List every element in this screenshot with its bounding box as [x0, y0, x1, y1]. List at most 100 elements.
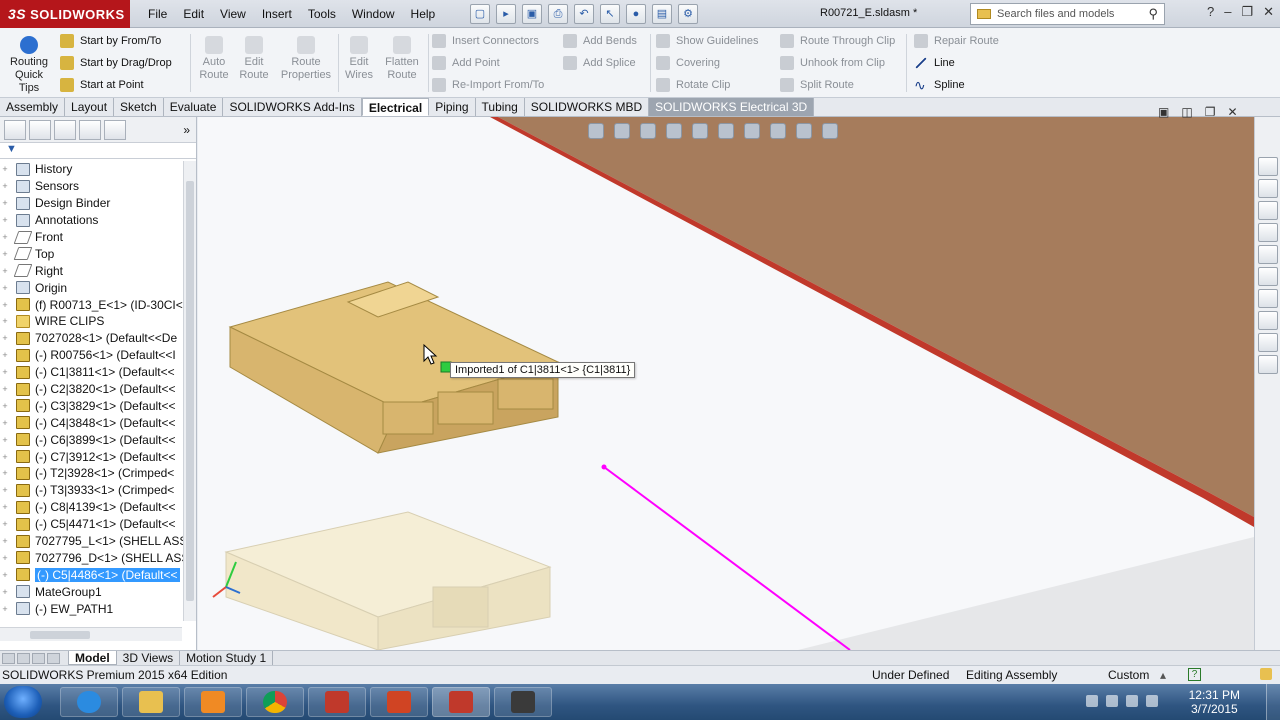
tree-item[interactable]: + (-) C7|3912<1> (Default<< [0, 448, 183, 465]
tree-item[interactable]: + WIRE CLIPS [0, 313, 183, 330]
open-icon[interactable]: ▸ [496, 4, 516, 24]
reimport-from-to-button[interactable]: Re-Import From/To [432, 76, 544, 93]
menu-view[interactable]: View [212, 7, 254, 21]
expand-icon[interactable]: + [0, 249, 10, 259]
tree-item[interactable]: + (-) C2|3820<1> (Default<< [0, 381, 183, 398]
taskbar-file-explorer[interactable] [122, 687, 180, 717]
solidworks-forum-icon[interactable] [1257, 289, 1278, 308]
last-tab-icon[interactable] [47, 652, 60, 664]
resources-icon[interactable] [1257, 157, 1278, 176]
hide-show-items-icon[interactable] [744, 123, 760, 139]
add-point-button[interactable]: Add Point [432, 54, 544, 71]
expand-icon[interactable]: + [0, 485, 10, 495]
tree-vertical-scrollbar[interactable] [183, 161, 196, 621]
tree-item[interactable]: +7027028<1> (Default<<De [0, 330, 183, 347]
expand-icon[interactable]: + [0, 452, 10, 462]
tree-item[interactable]: +7027796_D<1> (SHELL ASS [0, 549, 183, 566]
expand-icon[interactable]: + [0, 384, 10, 394]
expand-icon[interactable]: + [0, 502, 10, 512]
expand-icon[interactable]: + [0, 198, 10, 208]
expand-icon[interactable]: + [0, 283, 10, 293]
expand-icon[interactable]: + [0, 587, 10, 597]
tree-horizontal-scrollbar[interactable] [0, 627, 182, 641]
display-style-icon[interactable] [718, 123, 734, 139]
taskbar-solidworks-2015-a[interactable] [308, 687, 366, 717]
search-box[interactable]: Search files and models ⚲ [970, 3, 1165, 25]
print-icon[interactable]: ⎙ [548, 4, 568, 24]
start-at-point-button[interactable]: Start at Point [60, 76, 172, 93]
add-bends-button[interactable]: Add Bends [563, 32, 637, 49]
tab-piping[interactable]: Piping [429, 98, 476, 116]
options-icon[interactable]: ⚙ [678, 4, 698, 24]
taskbar-media-player[interactable] [184, 687, 242, 717]
tree-item[interactable]: + (-) EW_PATH1 [0, 600, 183, 617]
menu-window[interactable]: Window [344, 7, 403, 21]
menu-insert[interactable]: Insert [254, 7, 300, 21]
expand-icon[interactable]: + [0, 350, 10, 360]
volume-icon[interactable] [1146, 695, 1158, 707]
expand-icon[interactable]: + [0, 604, 10, 614]
select-icon[interactable]: ↖ [600, 4, 620, 24]
expand-icon[interactable]: + [0, 367, 10, 377]
zoom-to-fit-icon[interactable] [588, 123, 604, 139]
tree-item[interactable]: + Sensors [0, 178, 183, 195]
show-desktop-button[interactable] [1266, 684, 1280, 720]
tab-layout[interactable]: Layout [65, 98, 115, 116]
display-manager-tab-icon[interactable] [79, 119, 101, 140]
routing-library-icon[interactable] [1257, 333, 1278, 352]
view-settings-icon[interactable] [822, 123, 838, 139]
prev-tab-icon[interactable] [17, 652, 30, 664]
electrical-library-icon[interactable] [1257, 355, 1278, 374]
tree-item[interactable]: + Design Binder [0, 195, 183, 212]
expand-icon[interactable]: + [0, 468, 10, 478]
tree-item[interactable]: + (-) R00756<1> (Default<<I [0, 347, 183, 364]
close-icon[interactable]: ✕ [1263, 4, 1274, 20]
expand-icon[interactable]: + [0, 333, 10, 343]
tab-tubing[interactable]: Tubing [475, 98, 525, 116]
apply-scene-icon[interactable] [796, 123, 812, 139]
file-explorer-icon[interactable] [1257, 201, 1278, 220]
tab-electrical[interactable]: Electrical [361, 98, 430, 116]
previous-view-icon[interactable] [640, 123, 656, 139]
expand-icon[interactable]: + [0, 266, 10, 276]
tree-item[interactable]: +7027795_L<1> (SHELL ASS [0, 533, 183, 550]
tree-item[interactable]: + History [0, 161, 183, 178]
network-icon[interactable] [1126, 695, 1138, 707]
auto-route-button[interactable]: Auto Route [196, 32, 232, 82]
unhook-from-clip-button[interactable]: Unhook from Clip [780, 54, 895, 71]
route-line[interactable] [603, 466, 851, 650]
configuration-manager-tab-icon[interactable] [54, 119, 76, 140]
start-by-drag-drop-button[interactable]: Start by Drag/Drop [60, 54, 172, 71]
tab-sketch[interactable]: Sketch [114, 98, 164, 116]
units-selector[interactable]: Custom [1108, 668, 1149, 682]
route-properties-button[interactable]: Route Properties [278, 32, 334, 82]
expand-icon[interactable]: + [0, 215, 10, 225]
flatten-route-button[interactable]: Flatten Route [380, 32, 424, 82]
feature-manager-tab-icon[interactable] [4, 119, 26, 140]
route-through-clip-button[interactable]: Route Through Clip [780, 32, 895, 49]
tab-electrical-3d[interactable]: SOLIDWORKS Electrical 3D [649, 98, 815, 116]
tree-item[interactable]: + (-) C5|4486<1> (Default<< [0, 566, 183, 583]
routing-quick-tips-button[interactable]: Routing Quick Tips [4, 32, 54, 95]
expand-icon[interactable]: + [0, 164, 10, 174]
taskbar-chrome[interactable] [246, 687, 304, 717]
covering-button[interactable]: Covering [656, 54, 759, 71]
expand-icon[interactable]: + [0, 536, 10, 546]
design-library-icon[interactable] [1257, 179, 1278, 198]
expand-icon[interactable]: + [0, 232, 10, 242]
expand-panel-icon[interactable]: » [183, 123, 190, 137]
tab-3d-views[interactable]: 3D Views [117, 651, 181, 665]
search-icon[interactable]: ⚲ [1148, 6, 1158, 22]
tree-item[interactable]: + (-) T3|3933<1> (Crimped< [0, 482, 183, 499]
tab-assembly[interactable]: Assembly [0, 98, 66, 116]
taskbar-powerpoint[interactable] [370, 687, 428, 717]
tree-item[interactable]: + Origin [0, 279, 183, 296]
notification-icon[interactable] [1260, 668, 1272, 680]
appearances-icon[interactable] [1257, 245, 1278, 264]
view-orientation-icon[interactable] [692, 123, 708, 139]
help-icon[interactable]: ? [1207, 4, 1214, 20]
expand-icon[interactable]: + [0, 316, 10, 326]
tree-item[interactable]: + Top [0, 245, 183, 262]
menu-file[interactable]: File [140, 7, 175, 21]
clock[interactable]: 12:31 PM 3/7/2015 [1189, 688, 1240, 716]
